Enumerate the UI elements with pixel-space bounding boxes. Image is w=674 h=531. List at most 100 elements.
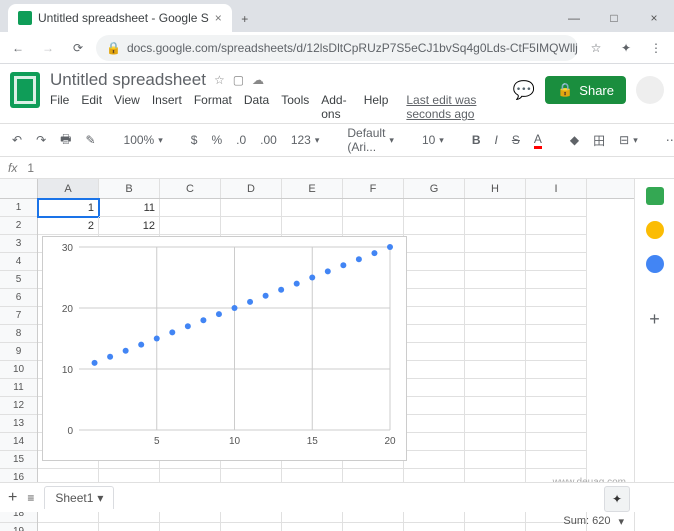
cell-H4[interactable] (465, 253, 526, 271)
cell-H10[interactable] (465, 361, 526, 379)
percent-button[interactable]: % (207, 131, 226, 149)
cell-G6[interactable] (404, 289, 465, 307)
cell-H9[interactable] (465, 343, 526, 361)
cell-G11[interactable] (404, 379, 465, 397)
cell-I1[interactable] (526, 199, 587, 217)
cell-I5[interactable] (526, 271, 587, 289)
redo-icon[interactable]: ↷ (32, 131, 50, 149)
cell-I9[interactable] (526, 343, 587, 361)
cell-I15[interactable] (526, 451, 587, 469)
share-button[interactable]: 🔒 Share (545, 76, 626, 104)
cell-I8[interactable] (526, 325, 587, 343)
dec-increase-button[interactable]: .00 (256, 131, 281, 149)
sum-indicator[interactable]: Sum: 620 (563, 515, 610, 527)
back-icon[interactable]: ← (6, 36, 30, 60)
avatar[interactable] (636, 76, 664, 104)
chevron-down-icon[interactable]: ▾ (97, 491, 103, 505)
fill-color-button[interactable]: ◆ (566, 131, 583, 149)
cell-G1[interactable] (404, 199, 465, 217)
paint-icon[interactable]: ✎ (81, 131, 99, 149)
row-header-12[interactable]: 12 (0, 397, 37, 415)
cell-G8[interactable] (404, 325, 465, 343)
col-header-I[interactable]: I (526, 179, 587, 198)
menu-format[interactable]: Format (194, 93, 232, 121)
cell-A2[interactable]: 2 (38, 217, 99, 235)
menu-icon[interactable]: ⋮ (644, 36, 668, 60)
col-header-B[interactable]: B (99, 179, 160, 198)
chart-object[interactable]: 01020305101520 (42, 236, 407, 461)
close-tab-icon[interactable]: × (215, 11, 222, 25)
keep-icon[interactable] (646, 221, 664, 239)
row-header-13[interactable]: 13 (0, 415, 37, 433)
italic-button[interactable]: I (491, 131, 502, 149)
menu-data[interactable]: Data (244, 93, 269, 121)
row-header-8[interactable]: 8 (0, 325, 37, 343)
dec-decrease-button[interactable]: .0 (232, 131, 250, 149)
row-header-15[interactable]: 15 (0, 451, 37, 469)
cell-I13[interactable] (526, 415, 587, 433)
cell-G13[interactable] (404, 415, 465, 433)
cell-I14[interactable] (526, 433, 587, 451)
more-button[interactable]: ⋯ (662, 131, 674, 149)
cell-G4[interactable] (404, 253, 465, 271)
url-field[interactable]: 🔒 docs.google.com/spreadsheets/d/12lsDlt… (96, 35, 578, 61)
cell-G5[interactable] (404, 271, 465, 289)
cell-C1[interactable] (160, 199, 221, 217)
menu-tools[interactable]: Tools (281, 93, 309, 121)
number-format-button[interactable]: 123 (287, 131, 324, 149)
row-header-4[interactable]: 4 (0, 253, 37, 271)
text-color-button[interactable]: A (530, 130, 546, 151)
cell-D1[interactable] (221, 199, 282, 217)
row-header-3[interactable]: 3 (0, 235, 37, 253)
cell-H1[interactable] (465, 199, 526, 217)
cell-I10[interactable] (526, 361, 587, 379)
menu-view[interactable]: View (114, 93, 140, 121)
cell-H2[interactable] (465, 217, 526, 235)
chevron-down-icon[interactable]: ▾ (618, 515, 624, 528)
forward-icon[interactable]: → (36, 36, 60, 60)
col-header-D[interactable]: D (221, 179, 282, 198)
cell-H5[interactable] (465, 271, 526, 289)
font-select[interactable]: Default (Ari... (343, 124, 398, 156)
cell-B1[interactable]: 11 (99, 199, 160, 217)
cell-G9[interactable] (404, 343, 465, 361)
minimize-icon[interactable]: — (554, 4, 594, 32)
cell-H15[interactable] (465, 451, 526, 469)
all-sheets-button[interactable]: ≡ (27, 491, 34, 505)
menu-help[interactable]: Help (364, 93, 389, 121)
currency-button[interactable]: $ (187, 131, 202, 149)
cell-E2[interactable] (282, 217, 343, 235)
font-size-select[interactable]: 10 (418, 131, 448, 149)
cell-C2[interactable] (160, 217, 221, 235)
formula-value[interactable]: 1 (27, 161, 34, 175)
col-header-C[interactable]: C (160, 179, 221, 198)
cell-B2[interactable]: 12 (99, 217, 160, 235)
last-edit-text[interactable]: Last edit was seconds ago (406, 93, 502, 121)
cell-G7[interactable] (404, 307, 465, 325)
cloud-icon[interactable]: ☁ (252, 73, 264, 87)
row-header-6[interactable]: 6 (0, 289, 37, 307)
cell-I7[interactable] (526, 307, 587, 325)
col-header-E[interactable]: E (282, 179, 343, 198)
cell-F2[interactable] (343, 217, 404, 235)
menu-file[interactable]: File (50, 93, 69, 121)
cell-H13[interactable] (465, 415, 526, 433)
row-header-5[interactable]: 5 (0, 271, 37, 289)
cell-I12[interactable] (526, 397, 587, 415)
cell-F1[interactable] (343, 199, 404, 217)
reload-icon[interactable]: ⟳ (66, 36, 90, 60)
cell-H8[interactable] (465, 325, 526, 343)
cell-I2[interactable] (526, 217, 587, 235)
row-header-7[interactable]: 7 (0, 307, 37, 325)
cell-H7[interactable] (465, 307, 526, 325)
cell-H6[interactable] (465, 289, 526, 307)
add-side-icon[interactable]: + (649, 309, 660, 330)
cell-E1[interactable] (282, 199, 343, 217)
menu-edit[interactable]: Edit (81, 93, 102, 121)
sheets-logo-icon[interactable] (10, 72, 40, 108)
cell-H14[interactable] (465, 433, 526, 451)
cell-D2[interactable] (221, 217, 282, 235)
row-header-10[interactable]: 10 (0, 361, 37, 379)
print-icon[interactable]: 🖶 (56, 128, 75, 153)
col-header-A[interactable]: A (38, 179, 99, 198)
